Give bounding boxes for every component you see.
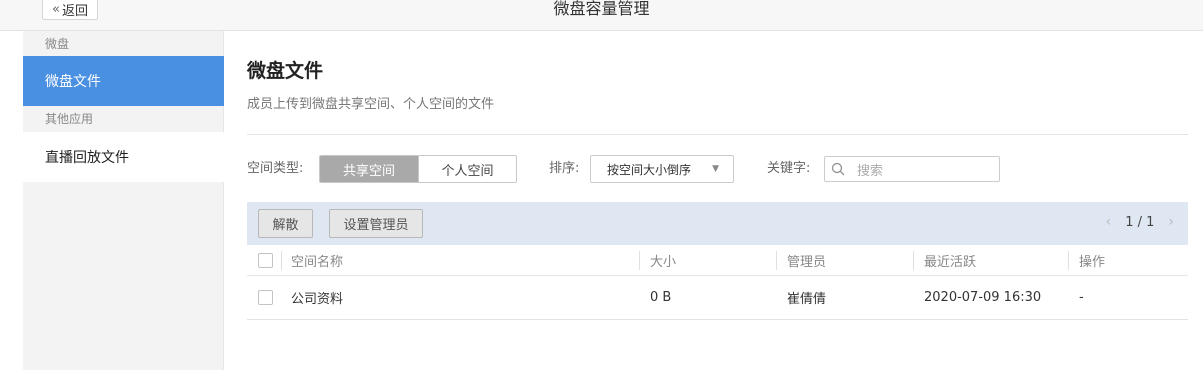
- cell-space-name: 公司资料: [291, 292, 344, 307]
- sidebar: 微盘 微盘文件 其他应用 直播回放文件: [23, 31, 224, 370]
- table-row[interactable]: 公司资料 0 B 崔倩倩 2020-07-09 16:30 -: [247, 276, 1188, 320]
- cell-size: 0 B: [650, 290, 672, 305]
- set-admin-button[interactable]: 设置管理员: [329, 209, 423, 238]
- page-header-title: 微盘容量管理: [553, 0, 650, 18]
- top-bar: « 返回 微盘容量管理: [0, 0, 1203, 31]
- row-select-cell: [258, 276, 273, 319]
- space-type-label: 空间类型:: [247, 161, 304, 176]
- left-gutter: [0, 31, 23, 370]
- col-header-size[interactable]: 大小: [650, 245, 676, 275]
- chevron-right-icon[interactable]: ›: [1168, 214, 1174, 230]
- sidebar-group-other-apps: 其他应用: [45, 112, 94, 126]
- col-header-admin[interactable]: 管理员: [787, 245, 826, 275]
- sidebar-item-live-replay-files[interactable]: 直播回放文件: [23, 132, 224, 182]
- column-separator: [639, 251, 640, 270]
- table-toolbar: 解散 设置管理员 ‹ 1 / 1 ›: [247, 202, 1188, 245]
- main-content: 微盘文件 成员上传到微盘共享空间、个人空间的文件 空间类型: 共享空间 个人空间…: [225, 31, 1203, 370]
- dissolve-button[interactable]: 解散: [258, 209, 313, 238]
- cell-last-active: 2020-07-09 16:30: [924, 290, 1042, 305]
- page-description: 成员上传到微盘共享空间、个人空间的文件: [247, 97, 495, 112]
- table-header: 空间名称 大小 管理员 最近活跃 操作: [247, 245, 1188, 276]
- col-header-last-active[interactable]: 最近活跃: [924, 245, 976, 275]
- column-separator: [776, 251, 777, 270]
- row-checkbox[interactable]: [258, 290, 273, 305]
- divider: [247, 134, 1188, 135]
- keyword-label: 关键字:: [767, 161, 811, 176]
- chevron-left-icon[interactable]: ‹: [1106, 214, 1112, 230]
- col-header-name[interactable]: 空间名称: [291, 245, 343, 275]
- cell-actions: -: [1079, 290, 1084, 305]
- page-title: 微盘文件: [247, 60, 324, 82]
- col-header-actions: 操作: [1079, 254, 1106, 270]
- search-placeholder: 搜索: [857, 163, 884, 179]
- sort-select-value: 按空间大小倒序: [607, 162, 692, 177]
- pagination: ‹ 1 / 1 ›: [1106, 214, 1174, 230]
- sort-label: 排序:: [549, 161, 580, 176]
- caret-down-icon: ▼: [712, 164, 719, 174]
- search-icon: [831, 162, 845, 176]
- column-separator: [1068, 251, 1069, 270]
- sidebar-item-weipan-files[interactable]: 微盘文件: [23, 56, 224, 106]
- sort-select[interactable]: 按空间大小倒序 ▼: [590, 155, 734, 183]
- column-separator: [281, 251, 282, 270]
- cell-admin: 崔倩倩: [787, 292, 827, 307]
- space-type-shared-button[interactable]: 共享空间: [320, 156, 418, 182]
- search-input[interactable]: 搜索: [824, 156, 1000, 182]
- sidebar-group-weipan: 微盘: [45, 37, 70, 51]
- select-all-checkbox[interactable]: [258, 252, 273, 268]
- space-type-toggle: 共享空间 个人空间: [319, 155, 517, 183]
- column-separator: [913, 251, 914, 270]
- space-type-personal-button[interactable]: 个人空间: [418, 156, 516, 182]
- page-indicator: 1 / 1: [1125, 214, 1155, 230]
- select-all-cell: [258, 245, 273, 275]
